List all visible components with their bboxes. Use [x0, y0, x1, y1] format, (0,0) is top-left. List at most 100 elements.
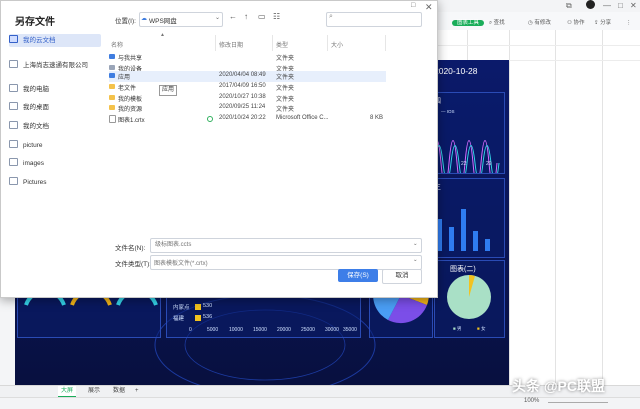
filename-input[interactable]	[151, 239, 417, 251]
window-close-icon[interactable]: ✕	[630, 1, 637, 10]
sidebar-item-company[interactable]: 上海尚志速通有限公司	[9, 59, 101, 72]
dialog-sidebar: 我的云文档 上海尚志速通有限公司 我的电脑 我的桌面 我的文档 picture …	[1, 30, 105, 297]
chart-tool-tab[interactable]: 图表工具	[452, 18, 485, 28]
column-header-size[interactable]: 大小	[331, 40, 343, 49]
folder-icon	[109, 84, 115, 89]
pie2-legend-male: ■ 男	[453, 326, 462, 331]
folder-icon	[9, 121, 18, 129]
file-row[interactable]: 与我共享 文件夹	[109, 52, 386, 63]
file-row[interactable]: 图表1.crtx 2020/10/24 20:22 Microsoft Offi…	[109, 114, 386, 125]
minimize-icon[interactable]: —	[603, 1, 611, 10]
filename-field[interactable]	[150, 238, 422, 253]
hbar-label: 内家点	[173, 305, 190, 311]
file-row[interactable]: 我的资源 2020/09/25 11:24 文件夹	[109, 103, 386, 114]
back-arrow-icon[interactable]: ←	[229, 12, 237, 21]
filetype-value: 图表模板文件(*.crtx)	[154, 261, 208, 267]
folder-icon	[9, 140, 18, 148]
cloud-drive-icon: ☁	[141, 16, 147, 22]
dialog-close-icon[interactable]: ✕	[425, 2, 433, 13]
filetype-label: 文件类型(T):	[115, 261, 152, 268]
sidebar-item-documents[interactable]: 我的文档	[9, 120, 101, 133]
hbar-value: 530	[203, 303, 213, 309]
hbar-axis-tick: 15000	[253, 327, 267, 333]
column-header-date[interactable]: 修改日期	[219, 40, 243, 49]
new-folder-icon[interactable]: ▭	[258, 12, 266, 21]
line-chart-panel[interactable]: 四 — IOS 5 22 29	[430, 92, 505, 174]
location-value: WPS网盘	[149, 18, 177, 25]
zoom-level[interactable]: 100%	[524, 398, 539, 404]
bar-chart-panel[interactable]: 三	[430, 178, 505, 258]
synced-status-icon	[207, 116, 213, 122]
search-input[interactable]	[326, 12, 422, 27]
hbar-axis-tick: 35000	[343, 327, 357, 333]
hbar-axis-tick: 20000	[277, 327, 291, 333]
save-as-dialog: 另存文件 □ ✕ 我的云文档 上海尚志速通有限公司 我的电脑 我的桌面 我的文档…	[0, 0, 438, 298]
pie-chart-two	[447, 275, 491, 319]
line-tick: 29	[486, 161, 492, 167]
pie2-legend-female: ■ 女	[477, 326, 486, 331]
sidebar-item-pictures[interactable]: Pictures	[9, 176, 101, 189]
chevron-down-icon[interactable]: ⌄	[413, 241, 418, 247]
hbar-axis-tick: 0	[189, 327, 192, 333]
sidebar-item-picture[interactable]: picture	[9, 139, 101, 152]
zoom-slider[interactable]	[548, 402, 608, 403]
tooltip: 应用	[159, 85, 177, 96]
more-icon[interactable]: ⋮	[626, 18, 632, 28]
column-header-type[interactable]: 类型	[276, 40, 288, 49]
computer-icon	[9, 84, 18, 92]
folder-icon	[109, 105, 115, 110]
folder-icon	[9, 158, 18, 166]
device-icon	[109, 65, 115, 70]
dashboard-date: 2020-10-28	[434, 66, 478, 76]
find-button[interactable]: ⌕ 查找	[489, 18, 505, 28]
maximize-icon[interactable]: □	[618, 1, 623, 10]
file-row[interactable]: 应用 2020/04/04 08:49 文件夹	[109, 71, 386, 82]
sort-arrow-icon: ▲	[160, 32, 165, 38]
chevron-down-icon[interactable]: ⌄	[413, 257, 418, 263]
desktop-icon	[9, 102, 18, 110]
document-icon	[109, 115, 116, 123]
window-tile-icon[interactable]: ⧉	[566, 1, 572, 11]
hbar-bar	[195, 304, 201, 310]
add-sheet-button[interactable]: +	[132, 386, 142, 396]
cancel-button[interactable]: 取消	[382, 269, 422, 284]
hbar-axis-tick: 10000	[229, 327, 243, 333]
location-label: 位置(I):	[115, 18, 136, 25]
dialog-title: 另存文件	[15, 17, 55, 28]
chevron-down-icon[interactable]: ⌄	[215, 14, 220, 21]
hbar-bar	[195, 315, 201, 321]
share-button[interactable]: ⇪ 分享	[594, 18, 611, 28]
folder-icon	[9, 177, 18, 185]
column-header-name[interactable]: 名称	[111, 40, 123, 49]
hbar-axis-tick: 5000	[207, 327, 219, 333]
up-arrow-icon[interactable]: ↑	[244, 12, 248, 21]
folder-icon	[109, 95, 115, 100]
building-icon	[9, 60, 18, 68]
avatar[interactable]: .	[586, 0, 595, 9]
hbar-label: 福建	[173, 316, 185, 322]
save-button[interactable]: 保存(S)	[338, 269, 378, 282]
file-row[interactable]: 老文件 2017/04/09 16:50 文件夹	[109, 82, 386, 93]
cloud-icon	[9, 35, 18, 43]
watermark: 头条 @PC联盟	[512, 378, 605, 394]
filename-label: 文件名(N):	[115, 245, 146, 252]
pie-chart-two-panel[interactable]: 图表(二) ■ 男 ■ 女	[434, 260, 505, 338]
hbar-axis-tick: 30000	[325, 327, 339, 333]
hbar-value: 536	[203, 314, 213, 320]
sidebar-item-desktop[interactable]: 我的桌面	[9, 101, 101, 114]
modified-indicator[interactable]: ◷ 有修改	[528, 18, 551, 28]
sidebar-item-images[interactable]: images	[9, 157, 101, 170]
view-mode-icon[interactable]: ☷	[273, 12, 280, 21]
app-folder-icon	[109, 73, 115, 78]
line-chart	[432, 140, 500, 173]
search-icon: ⌕	[329, 13, 333, 20]
sheet-tab-display[interactable]: 展示	[85, 386, 103, 396]
dialog-restore-icon[interactable]: □	[411, 2, 415, 9]
collab-button[interactable]: ⚇ 协作	[567, 18, 584, 28]
sidebar-item-cloud-docs[interactable]: 我的云文档	[9, 34, 101, 47]
sidebar-item-my-computer[interactable]: 我的电脑	[9, 83, 101, 96]
hbar-axis-tick: 25000	[301, 327, 315, 333]
sheet-tab-data[interactable]: 数据	[110, 386, 128, 396]
line-tick: 22	[461, 161, 467, 167]
status-bar	[0, 397, 640, 409]
